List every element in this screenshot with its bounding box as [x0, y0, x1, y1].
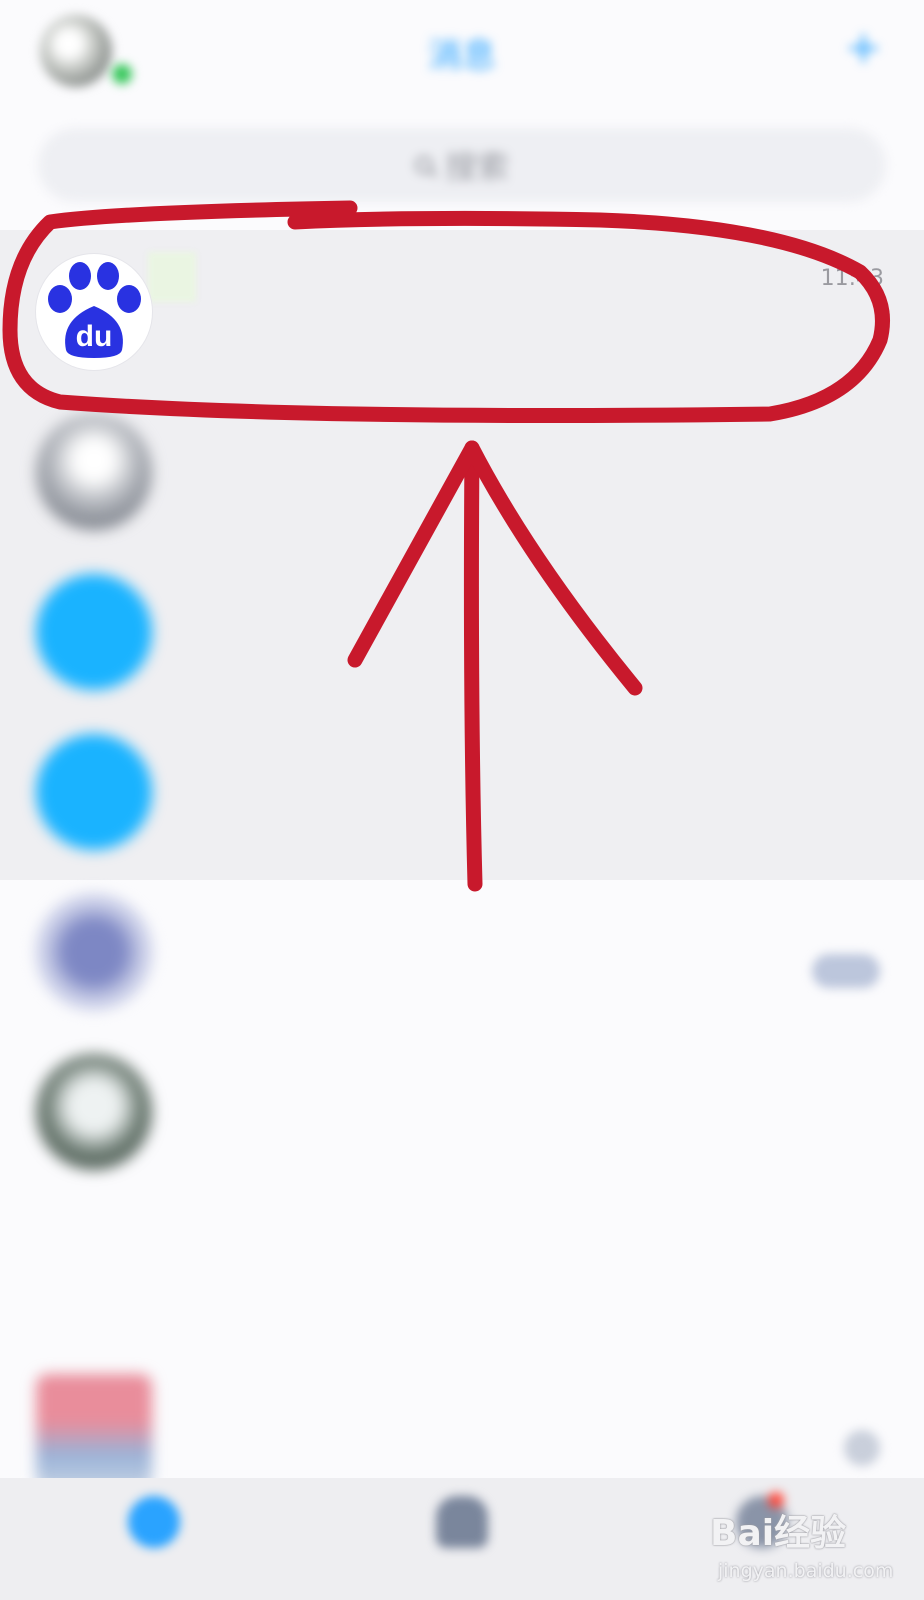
header: 消息 + 搜索 — [0, 0, 924, 230]
message-icon — [128, 1496, 180, 1548]
search-bar[interactable]: 搜索 — [38, 128, 886, 202]
search-placeholder: 搜索 — [444, 148, 509, 186]
watermark-url: jingyan.baidu.com — [718, 1560, 894, 1582]
conversation-row[interactable] — [0, 712, 924, 872]
tab-contacts[interactable] — [412, 1496, 512, 1556]
avatar — [36, 1374, 152, 1490]
conversation-row[interactable] — [0, 392, 924, 552]
search-icon — [414, 156, 433, 174]
avatar — [36, 1214, 152, 1330]
avatar — [36, 1054, 152, 1170]
conversation-row[interactable] — [0, 872, 924, 1032]
conversation-row[interactable] — [0, 1192, 924, 1352]
unread-badge — [812, 954, 880, 988]
add-icon[interactable]: + — [845, 22, 882, 73]
file-icon — [36, 734, 152, 850]
contacts-icon — [436, 1496, 488, 1548]
baidu-jingyan-watermark: Bai经验 jingyan.baidu.com — [710, 1504, 900, 1594]
image-thumb-icon — [148, 252, 196, 302]
conversation-row[interactable] — [0, 552, 924, 712]
watermark-brand: Bai经验 — [710, 1513, 847, 1554]
page-title: 消息 — [428, 36, 496, 76]
baidu-du-text: du — [76, 320, 113, 353]
group-avatar — [36, 894, 152, 1010]
baidu-paw-icon: du — [36, 254, 152, 370]
conversation-time: 11:43 — [820, 266, 884, 291]
mailbox-icon — [36, 574, 152, 690]
tab-messages[interactable] — [104, 1496, 204, 1556]
avatar — [36, 414, 152, 530]
conversation-row[interactable] — [0, 1032, 924, 1192]
mute-icon — [844, 1430, 880, 1466]
